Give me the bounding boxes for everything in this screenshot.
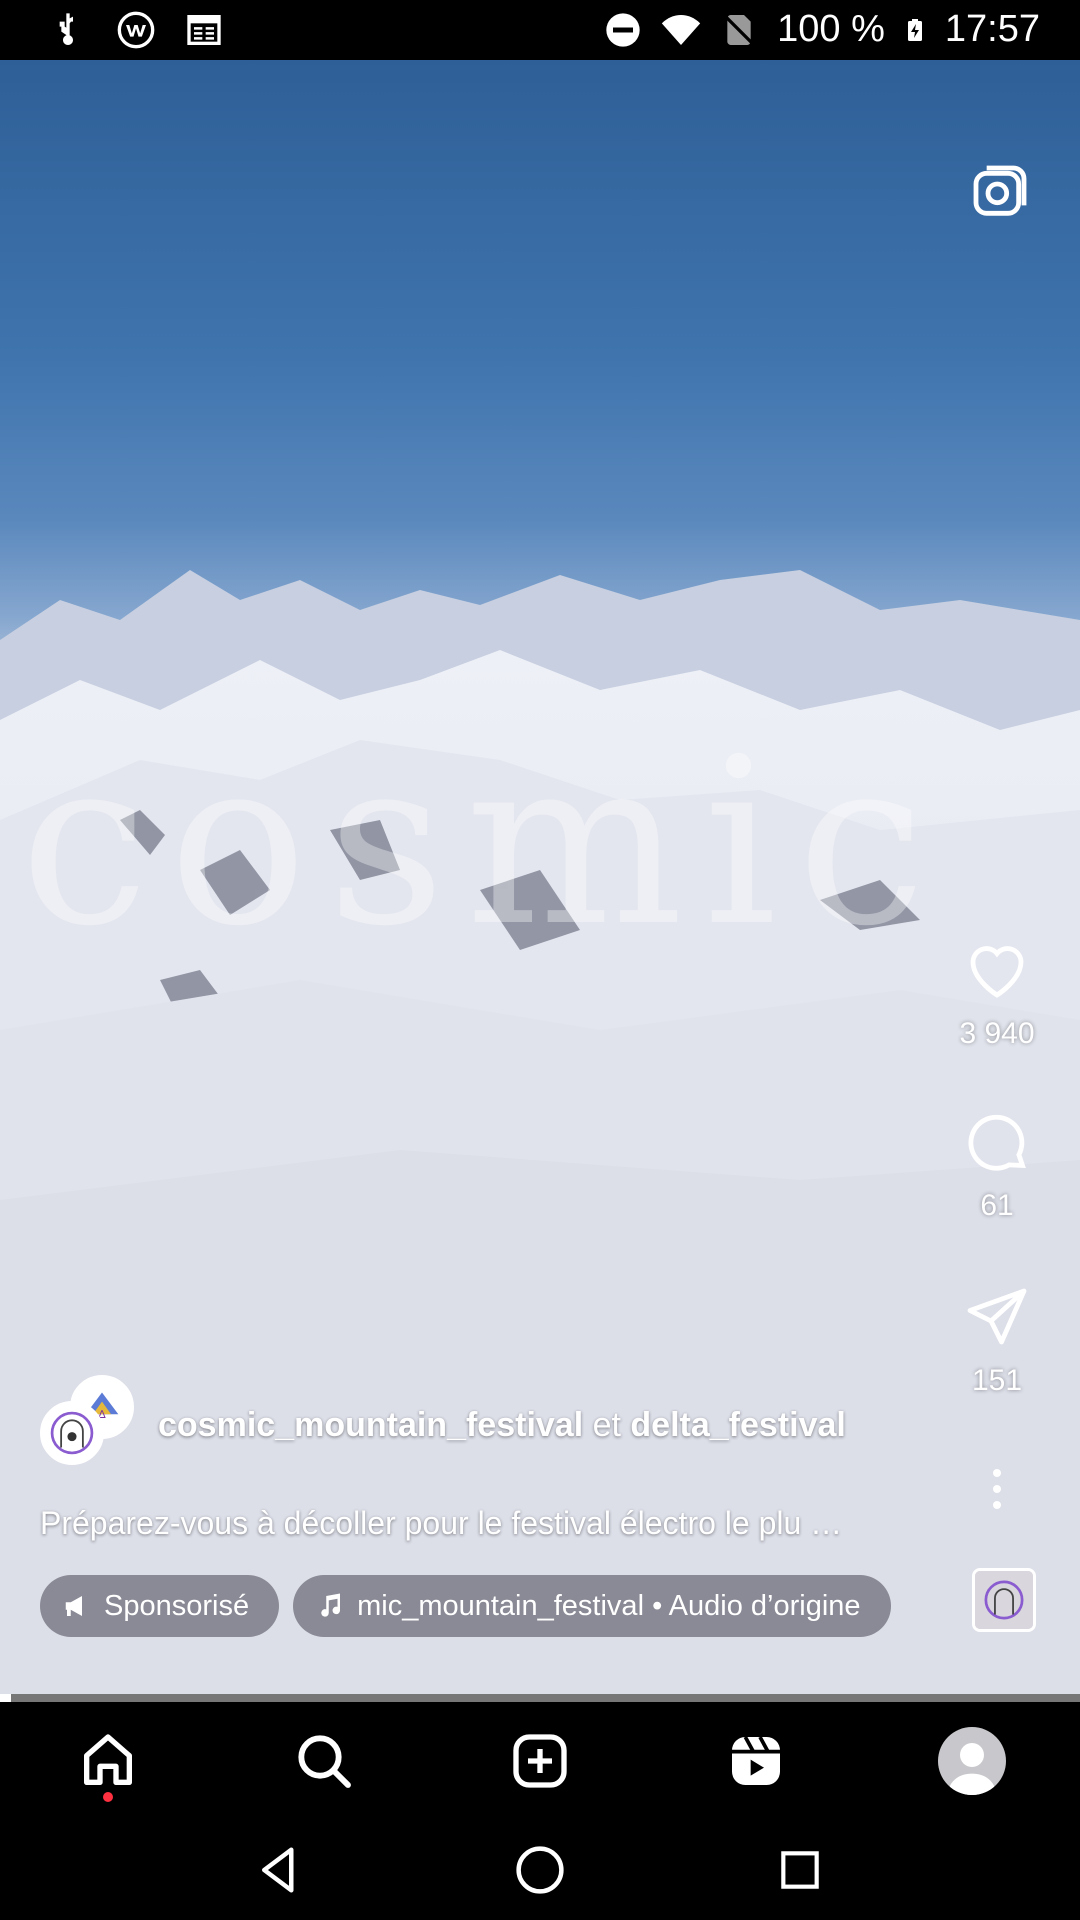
video-progress-bar[interactable] [0, 1694, 1080, 1702]
status-right-icons: 100 % 17:57 [603, 8, 1040, 51]
post-chips: Sponsorisé mic_mountain_festival • Audio… [40, 1575, 891, 1637]
home-icon [84, 1734, 132, 1785]
user-silhouette-icon [948, 1743, 996, 1795]
megaphone-icon [65, 1596, 82, 1616]
more-rail [942, 1465, 1052, 1513]
nav-create[interactable] [485, 1706, 595, 1816]
video-watermark: cosmic [20, 710, 946, 977]
comment-action[interactable]: 61 [961, 1107, 1033, 1223]
dnd-icon [606, 12, 640, 47]
no-sim-icon [722, 13, 756, 46]
system-nav [0, 1820, 1080, 1920]
author-names[interactable]: cosmic_mountain_festival et delta_festiv… [158, 1406, 846, 1445]
clock: 17:57 [944, 8, 1040, 50]
create-icon [513, 1734, 567, 1788]
bottom-nav [0, 1702, 1080, 1820]
usb-icon [59, 13, 73, 46]
like-action[interactable]: 3 940 [959, 935, 1035, 1051]
notification-dot [103, 1792, 113, 1802]
more-options-icon[interactable] [973, 1465, 1021, 1513]
nav-reels[interactable] [701, 1706, 811, 1816]
avatar-primary[interactable] [40, 1401, 104, 1465]
nav-home[interactable] [53, 1706, 163, 1816]
audio-label: mic_mountain_festival • Audio d’origine [357, 1589, 861, 1622]
music-note-icon [321, 1593, 341, 1617]
status-left-icons [48, 10, 224, 50]
author-joiner: et [583, 1405, 631, 1444]
author-primary-name[interactable]: cosmic_mountain_festival [158, 1406, 583, 1444]
audio-thumbnail[interactable] [972, 1568, 1036, 1632]
video-progress-fill [0, 1694, 11, 1702]
search-icon [298, 1735, 351, 1788]
battery-charging-icon [907, 18, 922, 41]
like-count: 3 940 [959, 1017, 1035, 1050]
post-caption[interactable]: Préparez-vous à décoller pour le festiva… [40, 1505, 842, 1542]
system-back-button[interactable] [240, 1830, 320, 1910]
nav-search[interactable] [269, 1706, 379, 1816]
home-circle-icon [516, 1846, 564, 1894]
news-icon [187, 15, 221, 45]
action-rail: 3 940 [942, 935, 1052, 1051]
status-bar: 100 % 17:57 [0, 0, 1080, 60]
profile-avatar [938, 1727, 1006, 1795]
share-action[interactable]: 151 [961, 1282, 1033, 1398]
comment-icon[interactable] [961, 1107, 1033, 1179]
reels-icon [732, 1736, 780, 1785]
system-home-button[interactable] [500, 1830, 580, 1910]
send-icon[interactable] [961, 1282, 1033, 1354]
author-row: ∆ cosmic_mountain_festival et delta_fest… [40, 1375, 846, 1475]
comment-rail: 61 [942, 1107, 1052, 1223]
sponsored-label: Sponsorisé [104, 1589, 250, 1622]
back-triangle-icon [262, 1847, 294, 1893]
cosmic-logo-icon [44, 1405, 100, 1461]
share-rail: 151 [942, 1282, 1052, 1398]
collab-avatars[interactable]: ∆ [40, 1375, 140, 1475]
author-secondary-name[interactable]: delta_festival [630, 1406, 845, 1444]
audio-chip[interactable]: mic_mountain_festival • Audio d’origine [293, 1575, 891, 1637]
audio-cover-icon [975, 1571, 1033, 1629]
battery-percent: 100 % [777, 8, 885, 50]
comment-count: 61 [980, 1189, 1014, 1222]
share-count: 151 [971, 1364, 1023, 1397]
heart-icon[interactable] [961, 935, 1033, 1007]
recents-square-icon [781, 1851, 819, 1889]
vpn-icon [117, 11, 155, 49]
system-recents-button[interactable] [760, 1830, 840, 1910]
wifi-icon [661, 14, 701, 45]
nav-profile[interactable] [917, 1706, 1027, 1816]
camera-icon[interactable] [968, 160, 1032, 224]
sponsored-chip[interactable]: Sponsorisé [40, 1575, 280, 1637]
